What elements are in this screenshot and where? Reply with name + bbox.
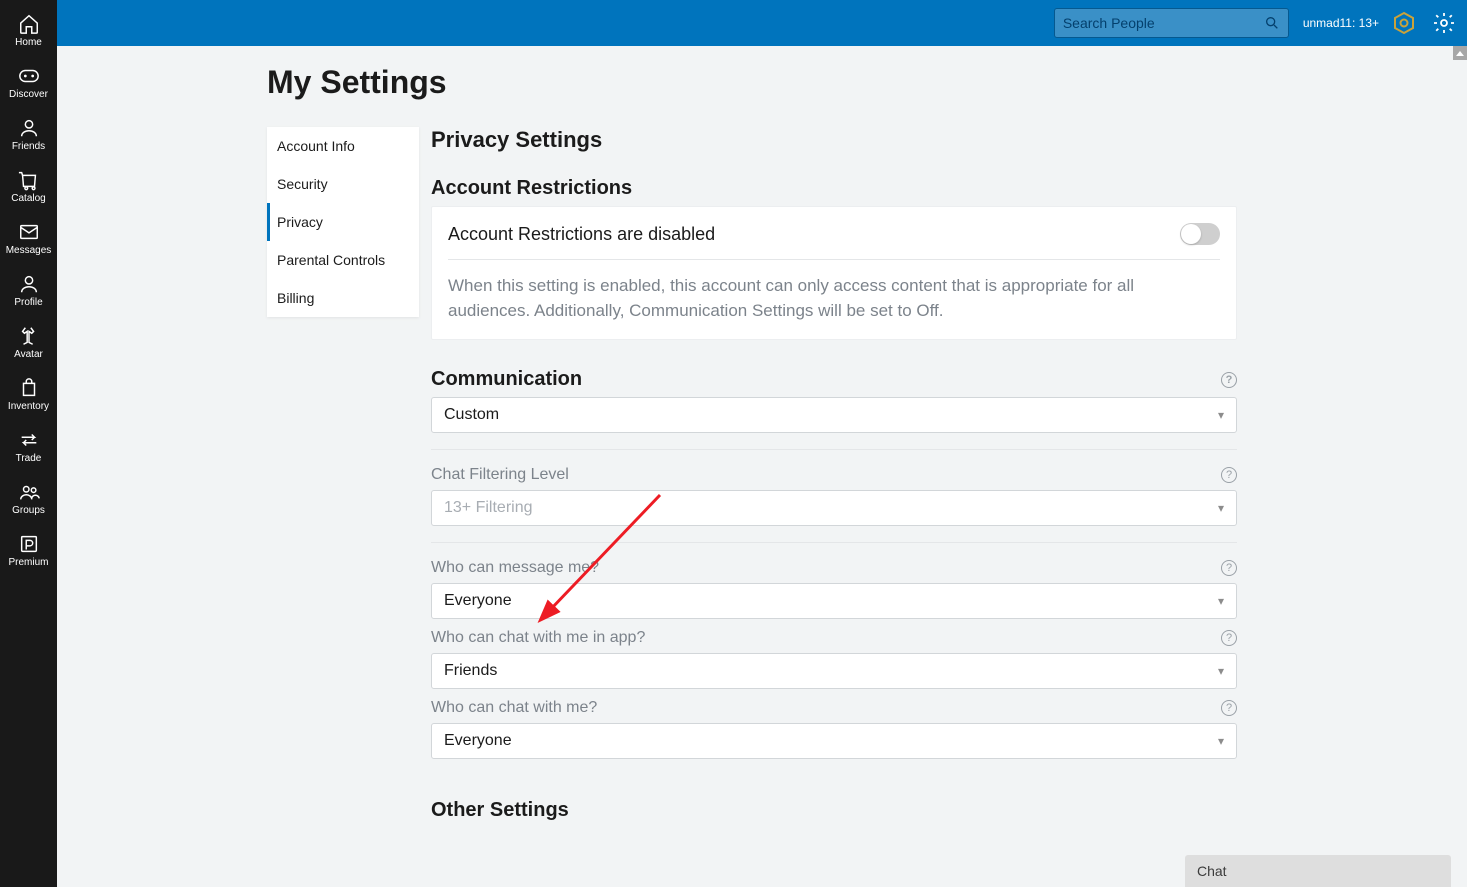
- who-message-select[interactable]: Everyone ▾: [431, 583, 1237, 619]
- nav-messages[interactable]: Messages: [0, 212, 57, 264]
- account-restrictions-heading: Account Restrictions: [431, 177, 1237, 200]
- search-box[interactable]: [1054, 8, 1289, 38]
- account-restrictions-card: Account Restrictions are disabled When t…: [431, 206, 1237, 340]
- select-value: Friends: [444, 662, 497, 680]
- chat-dock[interactable]: Chat: [1185, 855, 1451, 887]
- restriction-toggle[interactable]: [1180, 223, 1220, 245]
- help-icon[interactable]: ?: [1221, 700, 1237, 716]
- restriction-description: When this setting is enabled, this accou…: [448, 274, 1220, 323]
- messages-icon: [18, 221, 40, 243]
- help-icon[interactable]: ?: [1221, 630, 1237, 646]
- nav-trade[interactable]: Trade: [0, 420, 57, 472]
- nav-label: Trade: [16, 453, 42, 464]
- chevron-down-icon: ▾: [1218, 408, 1224, 422]
- nav-label: Profile: [14, 297, 42, 308]
- nav-label: Friends: [12, 141, 45, 152]
- top-header: unmad11: 13+: [0, 0, 1467, 46]
- nav-label: Avatar: [14, 349, 43, 360]
- communication-select[interactable]: Custom ▾: [431, 397, 1237, 433]
- settings-tabs: Account Info Security Privacy Parental C…: [267, 127, 419, 317]
- section-privacy-title: Privacy Settings: [431, 127, 1237, 153]
- nav-inventory[interactable]: Inventory: [0, 368, 57, 420]
- select-value: Everyone: [444, 732, 512, 750]
- search-input[interactable]: [1063, 15, 1264, 31]
- settings-gear-icon[interactable]: [1431, 10, 1457, 36]
- nav-label: Discover: [9, 89, 48, 100]
- chat-label: Chat: [1197, 863, 1227, 879]
- help-icon[interactable]: ?: [1221, 467, 1237, 483]
- heading-text: Account Restrictions: [431, 177, 632, 200]
- nav-label: Home: [15, 37, 42, 48]
- nav-home[interactable]: Home: [0, 4, 57, 56]
- nav-groups[interactable]: Groups: [0, 472, 57, 524]
- catalog-icon: [18, 169, 40, 191]
- nav-label: Messages: [6, 245, 52, 256]
- who-chat-app-label: Who can chat with me in app?: [431, 629, 645, 647]
- friends-icon: [18, 117, 40, 139]
- user-age-label: unmad11: 13+: [1303, 16, 1379, 30]
- chat-filter-select[interactable]: 13+ Filtering ▾: [431, 490, 1237, 526]
- communication-heading: Communication: [431, 368, 582, 391]
- nav-discover[interactable]: Discover: [0, 56, 57, 108]
- nav-premium[interactable]: Premium: [0, 524, 57, 576]
- nav-friends[interactable]: Friends: [0, 108, 57, 160]
- tab-privacy[interactable]: Privacy: [267, 203, 419, 241]
- trade-icon: [18, 429, 40, 451]
- profile-icon: [18, 273, 40, 295]
- scroll-up-indicator[interactable]: [1453, 46, 1467, 60]
- select-value: 13+ Filtering: [444, 499, 533, 517]
- who-message-label: Who can message me?: [431, 559, 599, 577]
- help-icon[interactable]: ?: [1221, 560, 1237, 576]
- home-icon: [18, 13, 40, 35]
- groups-icon: [18, 481, 40, 503]
- other-settings-heading: Other Settings: [431, 799, 569, 822]
- select-value: Custom: [444, 406, 499, 424]
- nav-label: Groups: [12, 505, 45, 516]
- search-icon: [1264, 15, 1280, 31]
- page-title: My Settings: [267, 64, 1237, 101]
- tab-security[interactable]: Security: [267, 165, 419, 203]
- chevron-down-icon: ▾: [1218, 664, 1224, 678]
- avatar-icon: [18, 325, 40, 347]
- discover-icon: [18, 65, 40, 87]
- nav-label: Catalog: [11, 193, 45, 204]
- tab-billing[interactable]: Billing: [267, 279, 419, 317]
- who-chat-select[interactable]: Everyone ▾: [431, 723, 1237, 759]
- nav-label: Inventory: [8, 401, 49, 412]
- who-chat-app-select[interactable]: Friends ▾: [431, 653, 1237, 689]
- main-content: My Settings Account Info Security Privac…: [57, 46, 1467, 887]
- chevron-down-icon: ▾: [1218, 594, 1224, 608]
- tab-parental-controls[interactable]: Parental Controls: [267, 241, 419, 279]
- nav-label: Premium: [8, 557, 48, 568]
- restriction-status: Account Restrictions are disabled: [448, 224, 715, 245]
- chat-filter-label: Chat Filtering Level: [431, 466, 569, 484]
- left-sidebar: Home Discover Friends Catalog Messages P…: [0, 0, 57, 887]
- nav-avatar[interactable]: Avatar: [0, 316, 57, 368]
- premium-icon: [18, 533, 40, 555]
- select-value: Everyone: [444, 592, 512, 610]
- nav-profile[interactable]: Profile: [0, 264, 57, 316]
- chevron-down-icon: ▾: [1218, 501, 1224, 515]
- chevron-down-icon: ▾: [1218, 734, 1224, 748]
- who-chat-label: Who can chat with me?: [431, 699, 597, 717]
- inventory-icon: [18, 377, 40, 399]
- tab-account-info[interactable]: Account Info: [267, 127, 419, 165]
- nav-catalog[interactable]: Catalog: [0, 160, 57, 212]
- help-icon[interactable]: ?: [1221, 372, 1237, 388]
- robux-icon[interactable]: [1391, 10, 1417, 36]
